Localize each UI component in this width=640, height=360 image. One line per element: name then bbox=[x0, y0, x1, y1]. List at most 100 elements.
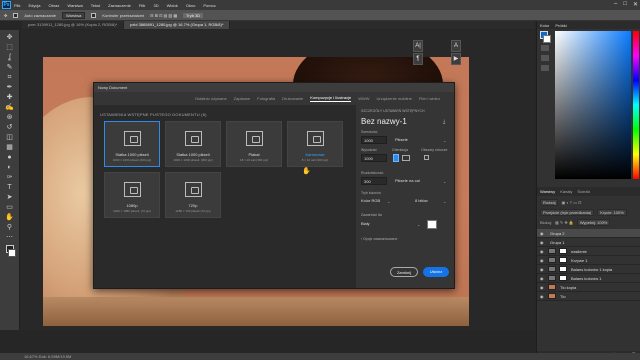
marquee-icon[interactable]: ⬚ bbox=[5, 44, 15, 52]
healing-icon[interactable]: ✚ bbox=[5, 94, 15, 102]
character-panel-icon[interactable]: A| bbox=[413, 40, 423, 52]
visibility-eye-icon[interactable]: ◉ bbox=[540, 258, 546, 263]
document-tab-active[interactable]: pxbl 3865891_1280.jpg @ 16.7% (Grupa 1, … bbox=[124, 21, 231, 29]
visibility-eye-icon[interactable]: ◉ bbox=[540, 267, 546, 272]
preset-card[interactable]: Plakat 18 × 24 cali (300 ppi) bbox=[226, 121, 282, 167]
menu-select[interactable]: Zaznaczenie bbox=[108, 3, 131, 8]
preset-card[interactable]: Siatka 1000 pikseli 1000 × 1000 pikseli,… bbox=[165, 121, 221, 167]
artboards-checkbox[interactable] bbox=[424, 155, 429, 160]
path-select-icon[interactable]: ➤ bbox=[5, 194, 15, 202]
dots-icon[interactable]: ⋯ bbox=[5, 234, 15, 242]
menu-edit[interactable]: Edycja bbox=[28, 3, 40, 8]
tab-mobile[interactable]: Urządzenie mobilne bbox=[377, 96, 412, 101]
blur-icon[interactable]: ● bbox=[5, 154, 15, 162]
tab-layers[interactable]: Warstwy bbox=[540, 189, 555, 194]
tab-art-illustration[interactable]: Kompozycje i Ilustracje bbox=[310, 95, 352, 102]
type-icon[interactable]: T bbox=[5, 184, 15, 192]
tab-paths[interactable]: Ścieżki bbox=[577, 189, 590, 194]
tab-saved[interactable]: Zapisane bbox=[234, 96, 250, 101]
preset-card[interactable]: 720p 1280 × 720 pikseli (72 ppi) bbox=[165, 172, 221, 218]
menu-3d[interactable]: 3D bbox=[154, 3, 159, 8]
tab-web[interactable]: WWW bbox=[358, 96, 369, 101]
quick-select-icon[interactable]: ✎ bbox=[5, 64, 15, 72]
glyphs-panel-icon[interactable]: A bbox=[451, 40, 461, 52]
move-icon[interactable]: ✥ bbox=[5, 34, 15, 42]
width-unit-dropdown[interactable]: Piksele bbox=[395, 136, 408, 144]
advanced-options-toggle[interactable]: › Opcje zaawansowane bbox=[361, 237, 397, 241]
minimize-icon[interactable]: – bbox=[614, 1, 617, 8]
background-color-swatch[interactable] bbox=[7, 249, 16, 257]
stamp-icon[interactable]: ⊛ bbox=[5, 114, 15, 122]
save-preset-icon[interactable]: ⤓ bbox=[443, 119, 445, 125]
layer-row[interactable]: ◉ Tło bbox=[537, 292, 640, 301]
visibility-eye-icon[interactable]: ◉ bbox=[540, 249, 546, 254]
layer-row[interactable]: ◉ nasilenie bbox=[537, 247, 640, 256]
panel-icon[interactable] bbox=[541, 55, 549, 61]
brush-icon[interactable]: ✍ bbox=[5, 104, 15, 112]
history-brush-icon[interactable]: ↺ bbox=[5, 124, 15, 132]
chevron-down-icon[interactable]: ⌄ bbox=[443, 138, 446, 143]
tab-channels[interactable]: Kanały bbox=[560, 189, 572, 194]
color-mode-dropdown[interactable]: Kolor RGB bbox=[361, 197, 380, 205]
preset-card[interactable]: Kartonowe 8 × 10 cali (300 ppi) bbox=[287, 121, 343, 167]
layer-row[interactable]: ◉ Balans kolorów 1 bbox=[537, 274, 640, 283]
background-color-swatch[interactable] bbox=[427, 220, 437, 229]
menu-image[interactable]: Obraz bbox=[48, 3, 59, 8]
menu-help[interactable]: Pomoc bbox=[203, 3, 215, 8]
menu-file[interactable]: Plik bbox=[14, 3, 20, 8]
preset-card[interactable]: Siatka 1000 pikseli 1000 × 1000 pikseli … bbox=[104, 121, 160, 167]
resolution-unit-dropdown[interactable]: Piksele na cal bbox=[395, 177, 420, 185]
menu-filter[interactable]: Filtr bbox=[139, 3, 146, 8]
chevron-down-icon[interactable]: ⌄ bbox=[387, 199, 390, 204]
panel-icon[interactable] bbox=[541, 45, 549, 51]
dodge-icon[interactable]: ◐ bbox=[5, 164, 15, 172]
opacity-field[interactable]: Krycie: 100% bbox=[597, 209, 627, 216]
layer-row[interactable]: ◉ Krzywe 1 bbox=[537, 256, 640, 265]
panel-icon[interactable] bbox=[541, 65, 549, 71]
document-tab[interactable]: pxer 3139911_1280.jpg @ 16% (Kopia 2, RG… bbox=[22, 21, 125, 29]
crop-icon[interactable]: ⌗ bbox=[5, 74, 15, 82]
tab-print[interactable]: Drukowanie bbox=[282, 96, 303, 101]
height-input[interactable]: 1000 bbox=[361, 154, 387, 162]
rectangle-icon[interactable]: ▭ bbox=[5, 204, 15, 212]
zoom-icon[interactable]: ⚲ bbox=[5, 224, 15, 232]
color-picker-field[interactable] bbox=[555, 31, 631, 179]
tab-recent[interactable]: Ostatnio używane bbox=[195, 96, 227, 101]
portrait-orientation-icon[interactable] bbox=[393, 154, 399, 162]
visibility-eye-icon[interactable]: ◉ bbox=[540, 294, 546, 299]
landscape-orientation-icon[interactable] bbox=[402, 155, 410, 161]
chevron-down-icon[interactable]: ⌄ bbox=[443, 179, 446, 184]
create-button[interactable]: Utwórz bbox=[423, 267, 449, 277]
preset-card[interactable]: 1080p 1920 × 1080 pikseli, (72 ppi) bbox=[104, 172, 160, 218]
hue-slider[interactable] bbox=[633, 31, 639, 179]
pen-icon[interactable]: ✑ bbox=[5, 174, 15, 182]
fill-field[interactable]: Wypełnij: 100% bbox=[576, 219, 611, 226]
layer-row[interactable]: ◉ Balans kolorów 1 kopia bbox=[537, 265, 640, 274]
visibility-eye-icon[interactable]: ◉ bbox=[540, 240, 546, 245]
bit-depth-dropdown[interactable]: 8 bitów bbox=[415, 197, 428, 205]
layer-row[interactable]: ◉ Grupa 1 bbox=[537, 238, 640, 247]
lock-icons[interactable]: ▦ ✎ ✥ 🔒 bbox=[555, 220, 574, 225]
layer-kind-filter[interactable]: Rodzaj bbox=[540, 199, 559, 206]
menu-window[interactable]: Okno bbox=[186, 3, 196, 8]
tab-color[interactable]: Kolor bbox=[540, 23, 549, 28]
auto-select-checkbox[interactable] bbox=[13, 12, 19, 18]
layer-row[interactable]: ◉ Grupa 2 bbox=[537, 229, 640, 238]
menu-type[interactable]: Tekst bbox=[91, 3, 100, 8]
maximize-icon[interactable]: □ bbox=[623, 1, 627, 8]
chevron-down-icon[interactable]: ⌄ bbox=[443, 199, 446, 204]
3d-mode-button[interactable]: Tryb 3D bbox=[183, 12, 204, 18]
filter-icons[interactable]: ▣ ◐ T ▭ ⊡ bbox=[561, 200, 581, 205]
menu-layer[interactable]: Warstwa bbox=[67, 3, 82, 8]
blend-mode-dropdown[interactable]: Przejście (tryb przenikania) bbox=[540, 209, 595, 216]
document-name-field[interactable]: Bez nazwy-1 bbox=[361, 117, 407, 126]
tab-photo[interactable]: Fotografia bbox=[257, 96, 275, 101]
align-icons[interactable]: ⊟ ⊞ ⊡ ▤ ▥ ▦ bbox=[150, 13, 177, 18]
paragraph-panel-icon[interactable]: ¶ bbox=[413, 53, 423, 65]
close-icon[interactable]: ✕ bbox=[633, 1, 638, 8]
tab-film-video[interactable]: Film i wideo bbox=[419, 96, 440, 101]
gradient-icon[interactable]: ▦ bbox=[5, 144, 15, 152]
chevron-down-icon[interactable]: ⌄ bbox=[417, 222, 420, 227]
visibility-eye-icon[interactable]: ◉ bbox=[540, 231, 546, 236]
play-icon[interactable]: ▶ bbox=[451, 53, 461, 65]
